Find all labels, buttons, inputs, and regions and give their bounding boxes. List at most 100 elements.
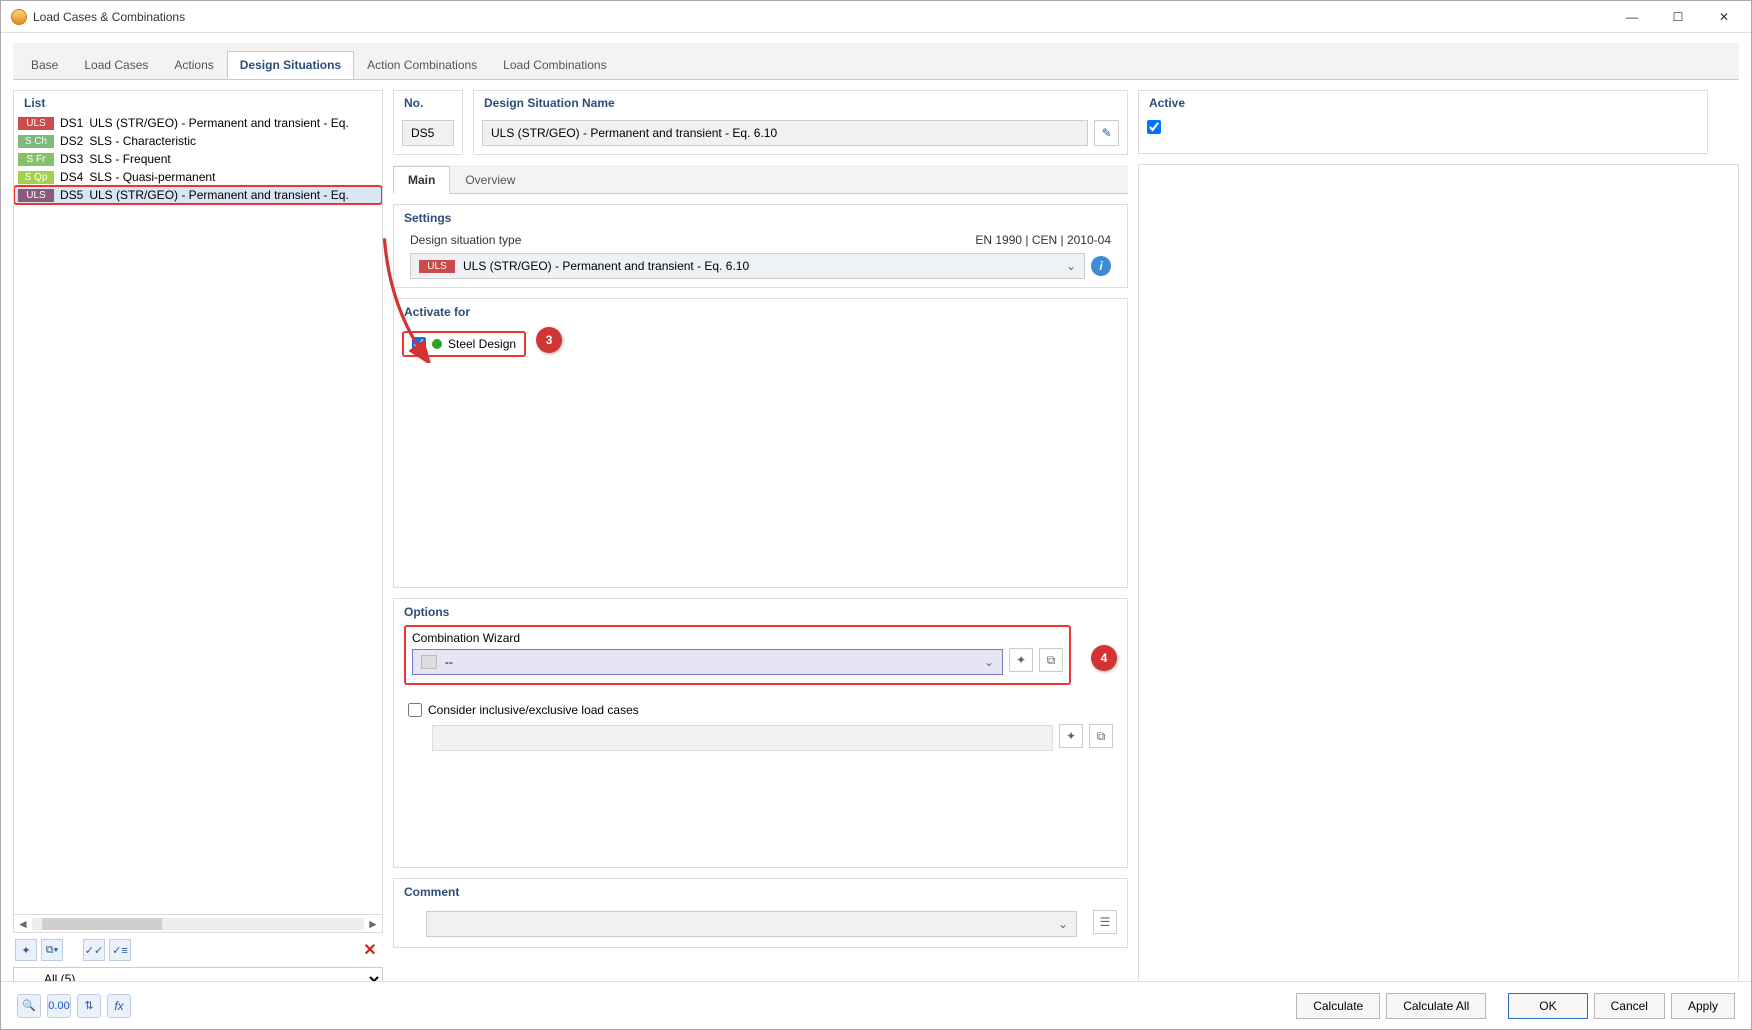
list-panel: List ULS DS1 ULS (STR/GEO) - Permanent a… — [13, 90, 383, 933]
app-icon — [11, 9, 27, 25]
new-item-button[interactable]: ✦ — [15, 939, 37, 961]
consider-copy-button[interactable]: ⧉ — [1089, 724, 1113, 748]
list-item[interactable]: S Ch DS2 SLS - Characteristic — [14, 132, 382, 150]
badge: ULS — [18, 117, 54, 130]
chevron-down-icon: ⌄ — [1058, 917, 1076, 931]
type-badge: ULS — [419, 260, 455, 273]
wizard-value: -- — [445, 655, 453, 669]
list-item-name: ULS (STR/GEO) - Permanent and transient … — [89, 116, 348, 130]
list-toolbar: ✦ ⧉▾ ✓✓ ✓≡ ✕ — [13, 933, 383, 967]
type-label: Design situation type — [410, 233, 521, 247]
list-item-name: SLS - Characteristic — [89, 134, 196, 148]
no-field[interactable]: DS5 — [402, 120, 454, 146]
horizontal-scrollbar[interactable]: ◄► — [14, 914, 382, 932]
title-bar: Load Cases & Combinations — ☐ ✕ — [1, 1, 1751, 33]
list-item-id: DS1 — [60, 116, 83, 130]
calculate-button[interactable]: Calculate — [1296, 993, 1380, 1019]
tab-base[interactable]: Base — [18, 51, 71, 79]
maximize-button[interactable]: ☐ — [1655, 2, 1701, 32]
no-panel: No. DS5 — [393, 90, 463, 155]
wizard-group: Combination Wizard -- ⌄ ✦ ⧉ — [404, 625, 1071, 685]
active-checkbox[interactable] — [1147, 120, 1161, 134]
decimals-icon[interactable]: 0.00 — [47, 994, 71, 1018]
badge: S Fr — [18, 153, 54, 166]
annotation-3: 3 — [536, 327, 562, 353]
options-box: Options Combination Wizard -- ⌄ ✦ ⧉ — [393, 598, 1128, 868]
list-body[interactable]: ULS DS1 ULS (STR/GEO) - Permanent and tr… — [14, 114, 382, 914]
name-panel: Design Situation Name ULS (STR/GEO) - Pe… — [473, 90, 1128, 155]
options-header: Options — [394, 599, 1127, 623]
tab-design-situations[interactable]: Design Situations — [227, 51, 354, 79]
list-item-name: SLS - Frequent — [89, 152, 170, 166]
consider-label: Consider inclusive/exclusive load cases — [428, 703, 639, 717]
list-header: List — [14, 91, 382, 114]
consider-field — [432, 725, 1053, 751]
green-dot-icon — [432, 339, 442, 349]
chevron-down-icon: ⌄ — [984, 655, 994, 669]
comment-header: Comment — [394, 879, 1127, 903]
type-combo[interactable]: ULS ULS (STR/GEO) - Permanent and transi… — [410, 253, 1085, 279]
comment-field[interactable]: ⌄ — [426, 911, 1077, 937]
list-item-name: SLS - Quasi-permanent — [89, 170, 215, 184]
list-item[interactable]: S Qp DS4 SLS - Quasi-permanent — [14, 168, 382, 186]
name-field[interactable]: ULS (STR/GEO) - Permanent and transient … — [482, 120, 1088, 146]
wizard-combo[interactable]: -- ⌄ — [412, 649, 1003, 675]
tab-action-combinations[interactable]: Action Combinations — [354, 51, 490, 79]
uncheck-button[interactable]: ✓≡ — [109, 939, 131, 961]
consider-new-button[interactable]: ✦ — [1059, 724, 1083, 748]
steel-design-group: Steel Design — [402, 331, 526, 357]
wizard-label: Combination Wizard — [412, 631, 1063, 645]
list-item-id: DS3 — [60, 152, 83, 166]
info-icon[interactable]: i — [1091, 256, 1111, 276]
tab-load-combinations[interactable]: Load Combinations — [490, 51, 619, 79]
cancel-button[interactable]: Cancel — [1594, 993, 1665, 1019]
annotation-4: 4 — [1091, 645, 1117, 671]
consider-checkbox[interactable] — [408, 703, 422, 717]
list-item[interactable]: ULS DS1 ULS (STR/GEO) - Permanent and tr… — [14, 114, 382, 132]
subtab-main[interactable]: Main — [393, 166, 450, 194]
activate-header: Activate for — [394, 299, 1127, 323]
badge: S Qp — [18, 171, 54, 184]
steel-design-label: Steel Design — [448, 337, 516, 351]
settings-box: Settings Design situation type EN 1990 |… — [393, 204, 1128, 288]
wizard-copy-button[interactable]: ⧉ — [1039, 648, 1063, 672]
delete-button[interactable]: ✕ — [359, 939, 381, 961]
name-label: Design Situation Name — [474, 91, 1127, 114]
list-item-id: DS2 — [60, 134, 83, 148]
standard-label: EN 1990 | CEN | 2010-04 — [975, 233, 1111, 247]
wizard-new-button[interactable]: ✦ — [1009, 648, 1033, 672]
list-item-id: DS5 — [60, 188, 83, 202]
list-item[interactable]: S Fr DS3 SLS - Frequent — [14, 150, 382, 168]
copy-item-button[interactable]: ⧉▾ — [41, 939, 63, 961]
calculate-all-button[interactable]: Calculate All — [1386, 993, 1486, 1019]
right-empty-panel — [1138, 164, 1739, 991]
badge: S Ch — [18, 135, 54, 148]
no-label: No. — [394, 91, 462, 114]
comment-edit-button[interactable]: ☰ — [1093, 910, 1117, 934]
check-all-button[interactable]: ✓✓ — [83, 939, 105, 961]
wizard-swatch-icon — [421, 655, 437, 669]
window-title: Load Cases & Combinations — [33, 10, 1609, 24]
badge: ULS — [18, 189, 54, 202]
edit-name-button[interactable]: ✎ — [1094, 120, 1119, 146]
ok-button[interactable]: OK — [1508, 993, 1587, 1019]
list-item-name: ULS (STR/GEO) - Permanent and transient … — [89, 188, 348, 202]
list-item-id: DS4 — [60, 170, 83, 184]
minimize-button[interactable]: — — [1609, 2, 1655, 32]
subtab-overview[interactable]: Overview — [450, 166, 530, 194]
steel-design-checkbox[interactable] — [412, 337, 426, 351]
list-item[interactable]: ULS DS5 ULS (STR/GEO) - Permanent and tr… — [14, 186, 382, 204]
search-icon[interactable]: 🔍 — [17, 994, 41, 1018]
chevron-down-icon: ⌄ — [1066, 259, 1076, 273]
sub-tabs: Main Overview — [393, 165, 1128, 194]
fx-icon[interactable]: fx — [107, 994, 131, 1018]
apply-button[interactable]: Apply — [1671, 993, 1735, 1019]
tab-load-cases[interactable]: Load Cases — [71, 51, 161, 79]
type-value: ULS (STR/GEO) - Permanent and transient … — [463, 259, 749, 273]
main-tabs: Base Load Cases Actions Design Situation… — [13, 43, 1739, 79]
units-icon[interactable]: ⇅ — [77, 994, 101, 1018]
close-button[interactable]: ✕ — [1701, 2, 1747, 32]
comment-box: Comment ⌄ ☰ — [393, 878, 1128, 948]
settings-header: Settings — [394, 205, 1127, 229]
tab-actions[interactable]: Actions — [161, 51, 226, 79]
